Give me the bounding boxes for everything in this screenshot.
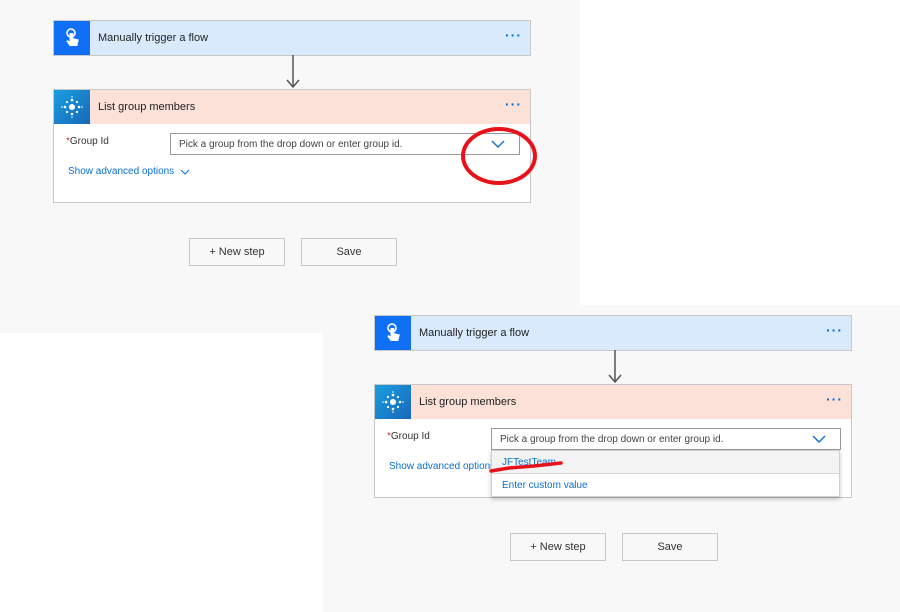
save-button[interactable]: Save — [301, 238, 397, 266]
dropdown-option-enter-custom-value[interactable]: Enter custom value — [492, 474, 839, 496]
flow-designer-panel-bottom: Manually trigger a flow ··· List group m… — [323, 305, 900, 612]
more-options-icon[interactable]: ··· — [826, 323, 843, 337]
group-id-placeholder: Pick a group from the drop down or enter… — [179, 138, 403, 150]
connector-arrow-icon — [286, 55, 300, 89]
new-step-button[interactable]: + New step — [189, 238, 285, 266]
save-button[interactable]: Save — [622, 533, 718, 561]
action-card-header[interactable]: List group members ··· — [375, 385, 851, 419]
show-advanced-options-link[interactable]: Show advanced options — [68, 166, 190, 177]
touch-hand-icon — [54, 21, 90, 55]
group-id-label: *Group Id — [387, 431, 430, 442]
group-network-icon — [375, 385, 411, 419]
action-card-body: *Group Id Pick a group from the drop dow… — [375, 419, 851, 497]
trigger-card[interactable]: Manually trigger a flow ··· — [53, 20, 531, 56]
trigger-card-header[interactable]: Manually trigger a flow ··· — [54, 21, 530, 55]
group-id-select[interactable]: Pick a group from the drop down or enter… — [491, 428, 841, 450]
more-options-icon[interactable]: ··· — [505, 28, 522, 42]
dropdown-option-jftestteam[interactable]: JFTestTeam — [492, 451, 839, 474]
group-network-icon — [54, 90, 90, 124]
action-card-body: *Group Id Pick a group from the drop dow… — [54, 124, 530, 202]
more-options-icon[interactable]: ··· — [826, 392, 843, 406]
group-id-dropdown-menu: JFTestTeam Enter custom value — [491, 450, 840, 497]
list-group-members-card[interactable]: List group members ··· *Group Id Pick a … — [53, 89, 531, 203]
connector-arrow-icon — [608, 350, 622, 384]
chevron-down-icon[interactable] — [491, 140, 505, 149]
chevron-down-icon — [180, 169, 190, 175]
group-id-label: *Group Id — [66, 136, 109, 147]
trigger-card[interactable]: Manually trigger a flow ··· — [374, 315, 852, 351]
flow-designer-panel-top: Manually trigger a flow ··· List group m… — [0, 0, 580, 333]
group-id-placeholder: Pick a group from the drop down or enter… — [500, 433, 724, 445]
group-id-select[interactable]: Pick a group from the drop down or enter… — [170, 133, 520, 155]
trigger-card-title: Manually trigger a flow — [419, 327, 530, 339]
action-card-header[interactable]: List group members ··· — [54, 90, 530, 124]
more-options-icon[interactable]: ··· — [505, 97, 522, 111]
action-card-title: List group members — [419, 396, 517, 408]
show-advanced-options-link[interactable]: Show advanced options — [389, 461, 495, 472]
action-card-title: List group members — [98, 101, 196, 113]
list-group-members-card[interactable]: List group members ··· *Group Id Pick a … — [374, 384, 852, 498]
touch-hand-icon — [375, 316, 411, 350]
chevron-down-icon[interactable] — [812, 435, 826, 444]
trigger-card-header[interactable]: Manually trigger a flow ··· — [375, 316, 851, 350]
trigger-card-title: Manually trigger a flow — [98, 32, 209, 44]
new-step-button[interactable]: + New step — [510, 533, 606, 561]
